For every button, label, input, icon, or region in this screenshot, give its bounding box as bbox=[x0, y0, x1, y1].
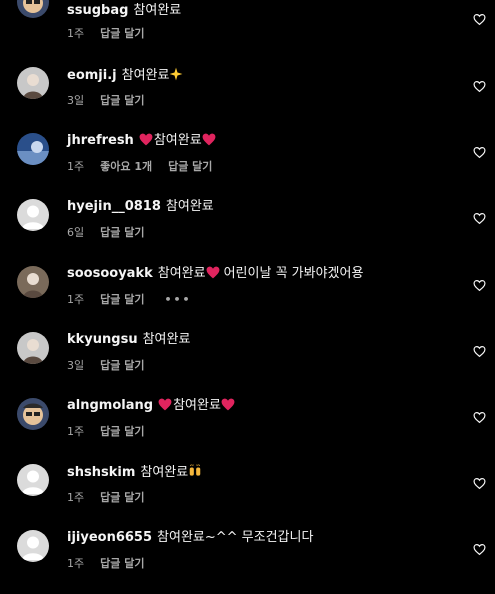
username-link[interactable]: soosooyakk bbox=[67, 266, 153, 281]
raised-hands-emoji bbox=[188, 464, 202, 480]
comment-line: shshskim 참여완료 bbox=[67, 464, 202, 481]
default-avatar[interactable] bbox=[17, 464, 49, 496]
photo-avatar[interactable] bbox=[17, 332, 49, 364]
default-avatar[interactable] bbox=[17, 199, 49, 231]
comment-text-continued: 어린이날 꼭 가봐야겠어용 bbox=[223, 266, 364, 281]
username-link[interactable]: kkyungsu bbox=[67, 332, 138, 347]
cartoon-avatar[interactable] bbox=[17, 0, 49, 18]
timestamp[interactable]: 1주 bbox=[67, 27, 84, 40]
comment-text: 참여완료 bbox=[173, 398, 221, 413]
timestamp[interactable]: 3일 bbox=[67, 94, 84, 107]
username-link[interactable]: eomji.j bbox=[67, 68, 117, 83]
comment-meta: 3일 답글 달기 bbox=[67, 359, 160, 373]
like-heart-icon[interactable] bbox=[473, 144, 486, 159]
comment-line: alngmolang 참여완료 bbox=[67, 398, 235, 414]
comment-row: alngmolang 참여완료 1주 답글 달기 bbox=[0, 396, 495, 462]
reply-button[interactable]: 답글 달기 bbox=[100, 557, 144, 570]
default-avatar[interactable] bbox=[17, 530, 49, 562]
like-heart-icon[interactable] bbox=[473, 210, 486, 225]
timestamp[interactable]: 1주 bbox=[67, 425, 84, 438]
comment-row: eomji.j 참여완료 3일 답글 달기 bbox=[0, 65, 495, 131]
red-heart-emoji bbox=[202, 133, 216, 148]
username-link[interactable]: alngmolang bbox=[67, 398, 153, 413]
red-heart-emoji bbox=[158, 398, 172, 413]
comment-text: 참여완료 bbox=[121, 68, 170, 83]
comment-text: 참여완료 bbox=[140, 465, 189, 480]
like-heart-icon[interactable] bbox=[473, 409, 486, 424]
comment-meta: 1주 답글 달기 bbox=[67, 425, 160, 439]
timestamp[interactable]: 1주 bbox=[67, 160, 84, 173]
comment-meta: 1주 답글 달기 ••• bbox=[67, 293, 208, 307]
reply-button[interactable]: 답글 달기 bbox=[100, 359, 144, 372]
comment-row: ijiyeon6655 참여완료~^^ 무조건갑니다 1주 답글 달기 bbox=[0, 528, 495, 594]
comment-line: jhrefresh 참여완료 bbox=[67, 133, 216, 149]
likes-count[interactable]: 좋아요 1개 bbox=[100, 160, 152, 173]
timestamp[interactable]: 1주 bbox=[67, 293, 84, 306]
sparkle-star-emoji bbox=[169, 67, 183, 83]
like-heart-icon[interactable] bbox=[473, 78, 486, 93]
comment-meta: 3일 답글 달기 bbox=[67, 94, 160, 108]
comment-text: 참여완료 bbox=[142, 332, 191, 347]
timestamp[interactable]: 1주 bbox=[67, 557, 84, 570]
reply-button[interactable]: 답글 달기 bbox=[100, 425, 144, 438]
comment-row: jhrefresh 참여완료 1주 좋아요 1개 답글 달기 bbox=[0, 131, 495, 197]
comment-row: kkyungsu 참여완료 3일 답글 달기 bbox=[0, 330, 495, 396]
red-heart-emoji bbox=[139, 133, 153, 148]
comment-row: hyejin__0818 참여완료 6일 답글 달기 bbox=[0, 197, 495, 263]
like-heart-icon[interactable] bbox=[473, 11, 486, 26]
comment-line: eomji.j 참여완료 bbox=[67, 67, 183, 84]
username-link[interactable]: ijiyeon6655 bbox=[67, 530, 152, 545]
comment-row: ssugbag 참여완료 1주 답글 달기 bbox=[0, 0, 495, 66]
more-options-icon[interactable]: ••• bbox=[164, 293, 191, 307]
comment-line: ijiyeon6655 참여완료~^^ 무조건갑니다 bbox=[67, 530, 313, 546]
photo-avatar[interactable] bbox=[17, 67, 49, 99]
username-link[interactable]: ssugbag bbox=[67, 3, 128, 18]
comment-row: shshskim 참여완료 1주 답글 달기 bbox=[0, 462, 495, 528]
sky-avatar[interactable] bbox=[17, 133, 49, 165]
like-heart-icon[interactable] bbox=[473, 475, 486, 490]
comment-line: soosooyakk 참여완료 어린이날 꼭 가봐야겠어용 bbox=[67, 266, 363, 282]
comment-text: 참여완료 bbox=[157, 266, 206, 281]
reply-button[interactable]: 답글 달기 bbox=[100, 94, 144, 107]
comment-line: kkyungsu 참여완료 bbox=[67, 332, 190, 348]
comment-meta: 1주 답글 달기 bbox=[67, 27, 160, 41]
comment-meta: 6일 답글 달기 bbox=[67, 226, 160, 240]
reply-button[interactable]: 답글 달기 bbox=[100, 491, 144, 504]
username-link[interactable]: jhrefresh bbox=[67, 133, 134, 148]
like-heart-icon[interactable] bbox=[473, 343, 486, 358]
red-heart-emoji bbox=[221, 398, 235, 413]
comment-text: 참여완료~^^ 무조건갑니다 bbox=[157, 530, 314, 545]
comment-meta: 1주 답글 달기 bbox=[67, 491, 160, 505]
comment-line: ssugbag 참여완료 bbox=[67, 3, 181, 19]
comment-line: hyejin__0818 참여완료 bbox=[67, 199, 214, 215]
cartoon-avatar[interactable] bbox=[17, 398, 49, 430]
timestamp[interactable]: 1주 bbox=[67, 491, 84, 504]
like-heart-icon[interactable] bbox=[473, 277, 486, 292]
reply-button[interactable]: 답글 달기 bbox=[100, 293, 144, 306]
comment-meta: 1주 좋아요 1개 답글 달기 bbox=[67, 160, 228, 174]
reply-button[interactable]: 답글 달기 bbox=[100, 27, 144, 40]
timestamp[interactable]: 3일 bbox=[67, 359, 84, 372]
timestamp[interactable]: 6일 bbox=[67, 226, 84, 239]
reply-button[interactable]: 답글 달기 bbox=[168, 160, 212, 173]
red-heart-emoji bbox=[206, 266, 220, 281]
like-heart-icon[interactable] bbox=[473, 541, 486, 556]
photo-avatar[interactable] bbox=[17, 266, 49, 298]
username-link[interactable]: hyejin__0818 bbox=[67, 199, 161, 214]
reply-button[interactable]: 답글 달기 bbox=[100, 226, 144, 239]
comment-text: 참여완료 bbox=[153, 133, 202, 148]
comment-text: 참여완료 bbox=[133, 3, 182, 18]
comment-text: 참여완료 bbox=[165, 199, 214, 214]
username-link[interactable]: shshskim bbox=[67, 465, 135, 480]
comment-row: soosooyakk 참여완료 어린이날 꼭 가봐야겠어용 1주 답글 달기 ••• bbox=[0, 264, 495, 330]
comment-meta: 1주 답글 달기 bbox=[67, 557, 160, 571]
